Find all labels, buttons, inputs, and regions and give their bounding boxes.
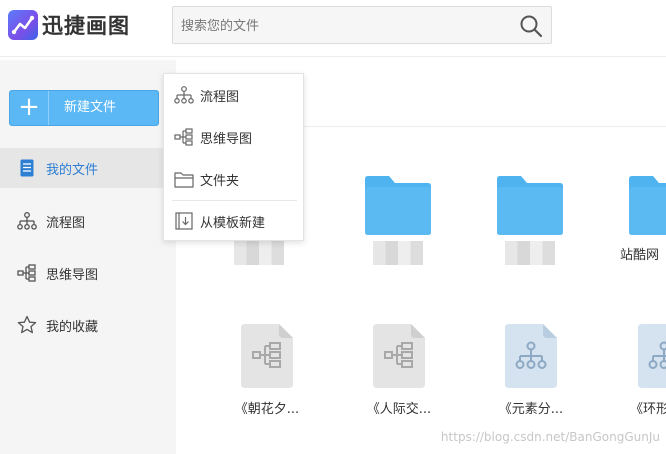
file-card-folder[interactable]: 站酷网 [606,173,666,263]
file-card-folder[interactable] [475,173,585,265]
file-card-mindmap[interactable]: 《朝花夕... [212,324,322,417]
mindmap-icon [17,263,37,283]
file-name: 《人际交... [366,402,432,417]
folder-icon [629,176,666,235]
file-name-blurred [373,241,423,265]
flowchart-icon [17,211,37,231]
sidebar-item-mindmap[interactable]: 思维导图 [0,253,164,293]
app-logo[interactable]: 迅捷画图 [8,10,130,40]
file-card-folder[interactable] [343,173,453,265]
mindmap-file-icon [241,324,293,388]
dropdown-item-label: 从模板新建 [200,215,266,231]
dropdown-item-folder[interactable]: 文件夹 [164,159,303,199]
sidebar-item-label: 流程图 [46,215,86,231]
file-name: 《朝花夕... [234,402,300,417]
folder-icon [365,176,431,235]
app-name: 迅捷画图 [42,14,130,38]
dropdown-item-label: 文件夹 [200,173,240,189]
sidebar-item-my-files[interactable]: 我的文件 [0,148,164,188]
sidebar-item-label: 思维导图 [46,267,99,283]
new-file-label: 新建文件 [64,100,117,115]
sidebar-item-favorites[interactable]: 我的收藏 [0,305,164,345]
template-icon [174,211,194,231]
file-card-flowchart[interactable]: 《环形... [608,324,666,417]
file-name: 《环形... [630,402,666,417]
document-icon [17,158,37,178]
folder-icon [497,176,563,235]
search-input[interactable] [179,7,513,45]
top-header: 迅捷画图 [0,0,666,57]
sidebar: + 新建文件 我的文件 流程图 思维导图 我的收藏 [0,60,176,454]
new-file-button[interactable]: + 新建文件 [9,90,159,126]
folder-icon [174,169,194,189]
file-card-flowchart[interactable]: 《元素分... [476,324,586,417]
flowchart-icon [174,85,194,105]
dropdown-item-label: 思维导图 [200,131,253,147]
flowchart-file-icon [638,324,666,388]
sidebar-item-label: 我的文件 [46,162,99,178]
plus-icon: + [10,91,49,125]
new-file-dropdown: 流程图 思维导图 文件夹 从模板新建 [163,73,304,241]
file-name: 《元素分... [498,402,564,417]
search-icon[interactable] [519,14,543,42]
mindmap-icon [174,127,194,147]
file-name-blurred [505,241,555,265]
mindmap-file-icon [373,324,425,388]
logo-icon [8,10,38,40]
sidebar-item-flowchart[interactable]: 流程图 [0,201,164,241]
dropdown-item-from-template[interactable]: 从模板新建 [164,201,303,241]
dropdown-item-mindmap[interactable]: 思维导图 [164,117,303,157]
sidebar-item-label: 我的收藏 [46,319,99,335]
file-name-blurred [234,241,284,265]
flowchart-file-icon [505,324,557,388]
watermark: https://blog.csdn.net/BanGongGunJu [440,430,660,444]
file-card-mindmap[interactable]: 《人际交... [344,324,454,417]
dropdown-item-flowchart[interactable]: 流程图 [164,75,303,115]
dropdown-item-label: 流程图 [200,89,240,105]
file-name: 站酷网 [620,248,660,263]
star-icon [17,315,37,335]
search-box [172,6,552,45]
